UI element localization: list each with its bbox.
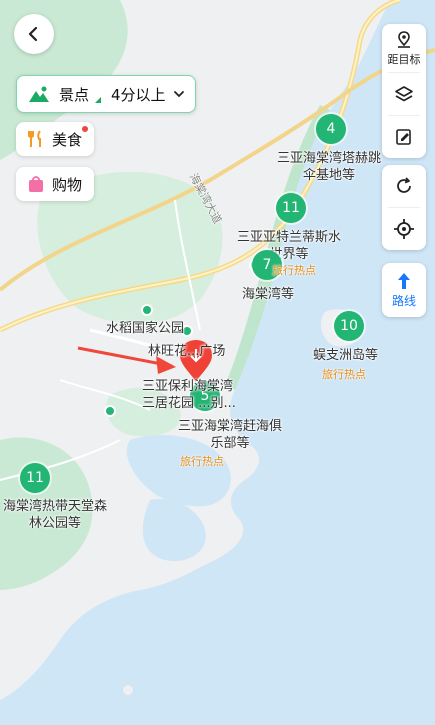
distance-label: 距目标 [387, 52, 421, 66]
food-chip[interactable]: 美食 [16, 122, 94, 156]
back-button[interactable] [14, 14, 54, 54]
cluster-marker[interactable]: 4 [316, 114, 346, 144]
notes-button[interactable] [382, 116, 426, 158]
route-button[interactable]: 路线 [382, 263, 426, 317]
chevron-down-icon [173, 91, 184, 98]
map-controls-panel [382, 165, 426, 250]
chevron-left-icon [28, 26, 38, 42]
place-dot[interactable] [141, 304, 153, 316]
cluster-marker[interactable]: 11 [276, 193, 306, 223]
cluster-label[interactable]: 海棠湾热带天堂森 林公园等 [3, 498, 107, 532]
edit-note-icon [396, 129, 411, 145]
mountain-icon [29, 86, 49, 102]
cluster-marker[interactable]: 10 [334, 311, 364, 341]
fork-knife-icon [28, 130, 41, 147]
route-arrow-icon [398, 273, 410, 289]
shopping-bag-icon [29, 176, 43, 192]
layers-button[interactable] [382, 73, 426, 115]
shopping-chip[interactable]: 购物 [16, 167, 94, 201]
map-tools-panel: 距目标 [382, 24, 426, 158]
shopping-chip-label: 购物 [52, 175, 83, 194]
category-label: 景点 [59, 85, 90, 104]
cluster-marker[interactable]: 11 [20, 463, 50, 493]
cluster-label[interactable]: 三亚海棠湾塔赫跳 伞基地等 [277, 150, 381, 184]
route-button-body: 路线 [382, 263, 426, 317]
refresh-icon [397, 177, 411, 193]
location-distance-icon [398, 30, 410, 48]
place-label[interactable]: 林旺花...广场 [148, 343, 225, 360]
place-dot[interactable] [104, 405, 116, 417]
cluster-label[interactable]: 蜈支洲岛等 [313, 347, 378, 364]
place-label[interactable]: 水稻国家公园 [106, 320, 184, 337]
category-filter[interactable]: 景点 4分以上 [16, 75, 196, 113]
cluster-label[interactable]: 海棠湾等 [242, 286, 294, 303]
locate-icon [394, 219, 414, 239]
corner-mark [95, 97, 102, 103]
food-chip-label: 美食 [52, 130, 83, 149]
cluster-label[interactable]: 三亚保利海棠湾 三居花园 ...别... [142, 378, 236, 412]
notification-dot [82, 126, 88, 132]
layers-icon [395, 86, 413, 102]
hotspot-label: 旅行热点 [180, 455, 224, 468]
refresh-button[interactable] [382, 165, 426, 207]
distance-button[interactable]: 距目标 [382, 24, 426, 72]
hotspot-label: 旅行热点 [322, 368, 366, 381]
hotspot-label: 旅行热点 [272, 264, 316, 277]
route-label: 路线 [391, 294, 416, 308]
locate-button[interactable] [382, 208, 426, 250]
place-label[interactable]: 三亚海棠湾赶海俱 乐部等 [178, 418, 282, 452]
rating-filter[interactable]: 4分以上 [111, 84, 166, 105]
